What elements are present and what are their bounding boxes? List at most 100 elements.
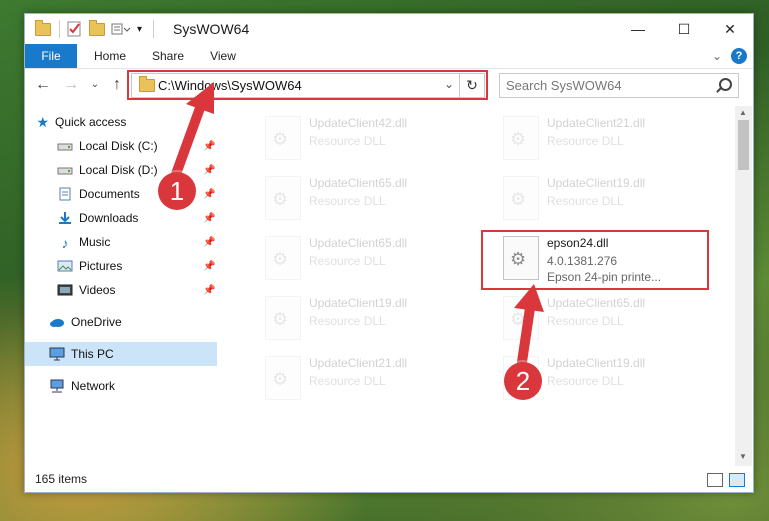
cloud-icon <box>49 315 65 329</box>
address-highlight-box <box>127 70 488 100</box>
title-bar: ▾ SysWOW64 — ☐ ✕ <box>25 14 753 44</box>
nav-onedrive[interactable]: OneDrive <box>25 310 217 334</box>
back-arrow-icon[interactable]: ← <box>33 75 53 95</box>
nav-label: Downloads <box>79 211 139 225</box>
star-icon: ★ <box>36 113 49 130</box>
file-item[interactable]: UpdateClient21.dll Resource DLL <box>481 110 706 168</box>
tab-share[interactable]: Share <box>145 44 191 68</box>
file-list: UpdateClient42.dll Resource DLL UpdateCl… <box>225 106 735 466</box>
nav-this-pc[interactable]: This PC <box>25 342 217 366</box>
tab-view[interactable]: View <box>201 44 245 68</box>
file-item[interactable]: UpdateClient19.dll Resource DLL <box>481 170 706 228</box>
pictures-icon <box>57 259 73 273</box>
file-type: Resource DLL <box>309 194 386 208</box>
nav-label: Music <box>79 235 111 249</box>
ribbon-collapse-chevron-icon[interactable]: ⌄ <box>709 44 725 68</box>
dll-file-icon <box>503 116 539 160</box>
large-icons-view-icon[interactable] <box>729 473 745 487</box>
ribbon-tabs: File Home Share View ⌄ ? <box>25 44 753 69</box>
properties-icon[interactable] <box>67 20 81 38</box>
file-explorer-window: ▾ SysWOW64 — ☐ ✕ File Home Share View ⌄ … <box>24 13 754 493</box>
file-name: UpdateClient42.dll <box>309 116 408 130</box>
nav-label: Videos <box>79 283 116 297</box>
tab-home[interactable]: Home <box>87 44 133 68</box>
item-count: 165 items <box>35 472 88 486</box>
up-arrow-icon[interactable]: ↑ <box>107 75 127 95</box>
nav-item-downloads[interactable]: Downloads 📌 <box>25 206 217 230</box>
documents-icon <box>57 187 73 201</box>
file-type: Resource DLL <box>547 194 624 208</box>
dll-file-icon <box>503 296 539 340</box>
maximize-button[interactable]: ☐ <box>661 14 707 44</box>
pin-icon[interactable]: 📌 <box>203 237 215 248</box>
file-highlight-box <box>481 230 709 290</box>
videos-icon <box>57 283 73 297</box>
file-type: Resource DLL <box>309 314 386 328</box>
dll-file-icon <box>265 356 301 400</box>
file-name: UpdateClient65.dll <box>547 296 646 310</box>
file-name: UpdateClient21.dll <box>547 116 646 130</box>
search-box[interactable]: Search SysWOW64 <box>499 73 739 98</box>
search-icon[interactable] <box>719 78 732 91</box>
nav-item-videos[interactable]: Videos 📌 <box>25 278 217 302</box>
music-icon: ♪ <box>61 235 69 251</box>
file-type: Resource DLL <box>309 374 386 388</box>
nav-label: This PC <box>71 347 114 361</box>
nav-item-pictures[interactable]: Pictures 📌 <box>25 254 217 278</box>
tab-file[interactable]: File <box>25 44 77 68</box>
forward-arrow-icon[interactable]: → <box>61 75 81 95</box>
file-item[interactable]: UpdateClient65.dll Resource DLL <box>481 290 706 348</box>
scroll-thumb[interactable] <box>738 120 749 170</box>
file-type: Resource DLL <box>309 134 386 148</box>
file-name: UpdateClient65.dll <box>309 236 408 250</box>
navigation-pane: ★ Quick access Local Disk (C:) 📌 Local D… <box>25 106 217 466</box>
vertical-scrollbar[interactable]: ▲ ▼ <box>735 106 752 466</box>
file-name: UpdateClient19.dll <box>547 356 646 370</box>
separator <box>153 20 154 38</box>
nav-label: Local Disk (D:) <box>79 163 158 177</box>
search-input[interactable]: Search SysWOW64 <box>506 78 622 93</box>
folder-icon <box>35 19 51 38</box>
callout-badge-1: 1 <box>158 172 196 210</box>
nav-label: Local Disk (C:) <box>79 139 158 153</box>
scroll-down-icon[interactable]: ▼ <box>739 452 747 461</box>
quick-access-dropdown-icon[interactable]: ▾ <box>137 20 142 38</box>
details-view-icon[interactable] <box>707 473 723 487</box>
pin-icon[interactable]: 📌 <box>203 141 215 152</box>
file-item[interactable]: UpdateClient21.dll Resource DLL <box>243 350 468 408</box>
close-button[interactable]: ✕ <box>707 14 753 44</box>
new-folder-icon[interactable] <box>89 19 105 38</box>
drive-icon <box>57 139 73 153</box>
nav-network[interactable]: Network <box>25 374 217 398</box>
file-item[interactable]: UpdateClient65.dll Resource DLL <box>243 170 468 228</box>
nav-label: Pictures <box>79 259 123 273</box>
nav-quick-access[interactable]: ★ Quick access <box>25 110 217 134</box>
recent-locations-chevron-icon[interactable]: ⌄ <box>85 75 105 95</box>
scroll-up-icon[interactable]: ▲ <box>739 108 747 117</box>
pin-icon[interactable]: 📌 <box>203 261 215 272</box>
file-item[interactable]: UpdateClient19.dll Resource DLL <box>243 290 468 348</box>
pin-icon[interactable]: 📌 <box>203 285 215 296</box>
dll-file-icon <box>265 236 301 280</box>
pin-icon[interactable]: 📌 <box>203 213 215 224</box>
nav-item-music[interactable]: ♪ Music 📌 <box>25 230 217 254</box>
pin-icon[interactable]: 📌 <box>203 165 215 176</box>
file-type: Resource DLL <box>547 134 624 148</box>
file-item[interactable]: UpdateClient65.dll Resource DLL <box>243 230 468 288</box>
customize-quick-access-icon[interactable] <box>111 20 131 38</box>
file-name: UpdateClient65.dll <box>309 176 408 190</box>
window-title: SysWOW64 <box>173 21 250 37</box>
nav-item-local-disk-c[interactable]: Local Disk (C:) 📌 <box>25 134 217 158</box>
file-item[interactable]: UpdateClient42.dll Resource DLL <box>243 110 468 168</box>
nav-label: Documents <box>79 187 140 201</box>
dll-file-icon <box>265 296 301 340</box>
help-icon[interactable]: ? <box>731 48 747 64</box>
drive-icon <box>57 163 73 177</box>
file-type: Resource DLL <box>309 254 386 268</box>
minimize-button[interactable]: — <box>615 14 661 44</box>
separator <box>59 20 60 38</box>
file-name: UpdateClient19.dll <box>547 176 646 190</box>
callout-badge-2: 2 <box>504 362 542 400</box>
pin-icon[interactable]: 📌 <box>203 189 215 200</box>
status-bar: 165 items <box>25 466 753 492</box>
